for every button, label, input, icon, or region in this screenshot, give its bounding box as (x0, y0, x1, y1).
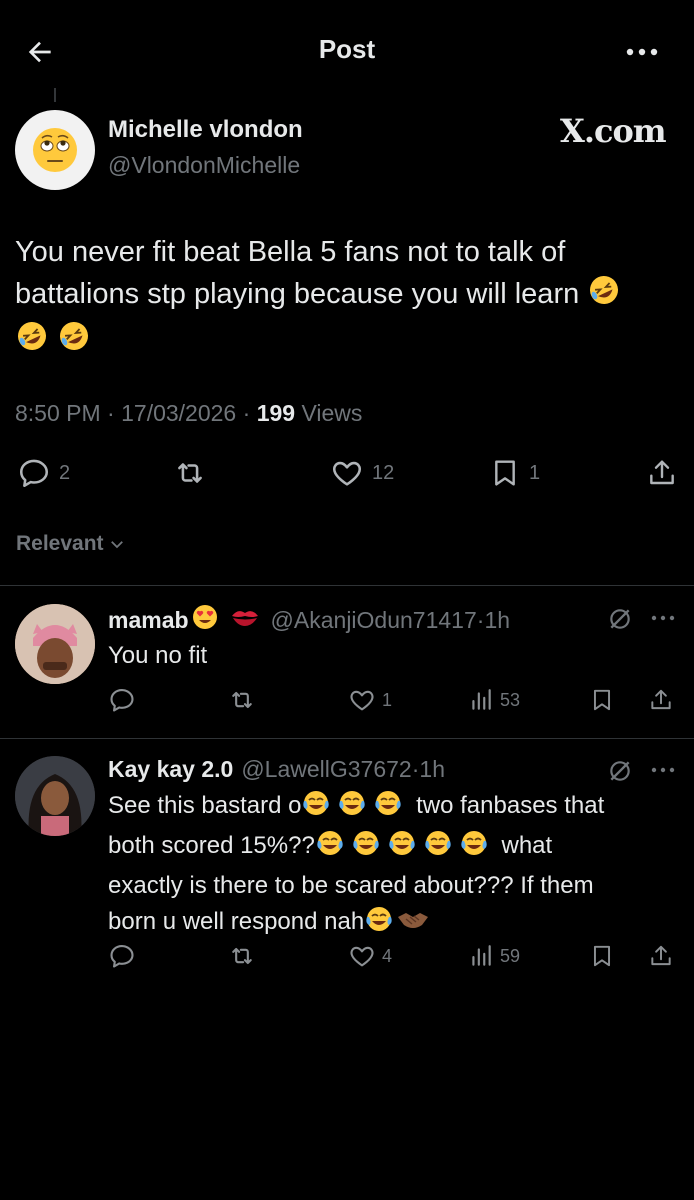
author-handle[interactable]: @VlondonMichelle (108, 152, 300, 179)
rolling-eyes-emoji-icon (33, 128, 77, 172)
kiss-mark-emoji-icon (229, 603, 261, 637)
sort-dropdown[interactable]: Relevant (16, 532, 126, 556)
reply-icon (108, 942, 136, 970)
reply-text: See this bastard o two fanbases that bot… (108, 788, 678, 944)
like-icon (330, 456, 364, 490)
reply-time: 1h (484, 606, 511, 633)
avatar[interactable] (15, 756, 95, 836)
bookmark-icon[interactable] (589, 686, 615, 714)
reply-icon (17, 456, 51, 490)
reply-button[interactable]: 2 (17, 456, 70, 490)
like-button[interactable]: 4 (348, 942, 392, 970)
divider (0, 585, 694, 586)
reply-author-name[interactable]: mamab (108, 607, 189, 634)
rofl-emoji-icon (15, 319, 49, 365)
reply-header: Kay kay 2.0 @LawellG37672 · 1h (108, 756, 445, 783)
reply-header: mamab @AkanjiOdun71417 · 1h (108, 603, 510, 637)
watermark: X.com (560, 112, 667, 150)
retweet-icon (172, 456, 208, 490)
more-icon[interactable] (650, 764, 676, 776)
author-name[interactable]: Michelle vlondon (108, 116, 303, 144)
like-icon (348, 686, 376, 714)
like-button[interactable]: 1 (348, 686, 392, 714)
reply-author-handle[interactable]: @LawellG37672 (241, 756, 411, 783)
more-icon[interactable] (650, 612, 676, 624)
share-icon[interactable] (648, 686, 674, 714)
more-icon[interactable] (624, 40, 660, 64)
heart-eyes-emoji-icon (191, 603, 219, 637)
rofl-emoji-icon (57, 319, 91, 365)
share-icon (646, 456, 678, 490)
avatar[interactable] (15, 604, 95, 684)
views-icon (468, 942, 494, 970)
reply-time: 1h (419, 756, 445, 782)
reply-author-name[interactable]: Kay kay 2.0 (108, 756, 233, 783)
like-button[interactable]: 12 (330, 456, 394, 490)
bookmark-button[interactable]: 1 (489, 456, 540, 490)
tears-of-joy-emoji-icon (337, 789, 367, 828)
chevron-down-icon (108, 535, 126, 553)
reply-author-handle[interactable]: @AkanjiOdun71417 (271, 607, 477, 634)
post-time: 8:50 PM (15, 400, 101, 426)
tears-of-joy-emoji-icon (364, 905, 394, 944)
page-title: Post (318, 34, 376, 64)
reply-button[interactable] (108, 942, 136, 970)
tears-of-joy-emoji-icon (351, 829, 381, 868)
post-meta: 8:50 PM · 17/03/2026 · 199 Views (15, 400, 363, 426)
post-date: 17/03/2026 (121, 400, 237, 426)
views-count[interactable]: 199 (257, 400, 295, 426)
share-icon[interactable] (648, 942, 674, 970)
bookmark-icon[interactable] (589, 942, 615, 970)
grok-icon[interactable] (607, 758, 633, 784)
views-button[interactable]: 59 (468, 942, 520, 970)
views-button[interactable]: 53 (468, 686, 520, 714)
bookmark-icon (489, 456, 521, 490)
rofl-emoji-icon (587, 273, 621, 319)
tears-of-joy-emoji-icon (301, 789, 331, 828)
repost-button[interactable] (227, 942, 257, 970)
avatar[interactable] (15, 110, 95, 190)
reply-icon (108, 686, 136, 714)
tears-of-joy-emoji-icon (423, 829, 453, 868)
grok-icon[interactable] (607, 606, 633, 632)
retweet-icon (227, 686, 257, 714)
divider (0, 738, 694, 739)
tears-of-joy-emoji-icon (387, 829, 417, 868)
handshake-emoji-icon (396, 905, 430, 944)
views-icon (468, 686, 494, 714)
views-label[interactable]: Views (301, 400, 362, 426)
tears-of-joy-emoji-icon (459, 829, 489, 868)
reply-button[interactable] (108, 686, 136, 714)
like-icon (348, 942, 376, 970)
retweet-icon (227, 942, 257, 970)
tears-of-joy-emoji-icon (373, 789, 403, 828)
tears-of-joy-emoji-icon (315, 829, 345, 868)
share-button[interactable] (646, 456, 678, 490)
post-text: You never fit beat Bella 5 fans not to t… (15, 231, 680, 365)
repost-button[interactable] (172, 456, 208, 490)
thread-line (54, 88, 56, 102)
repost-button[interactable] (227, 686, 257, 714)
reply-text: You no fit (108, 642, 208, 669)
